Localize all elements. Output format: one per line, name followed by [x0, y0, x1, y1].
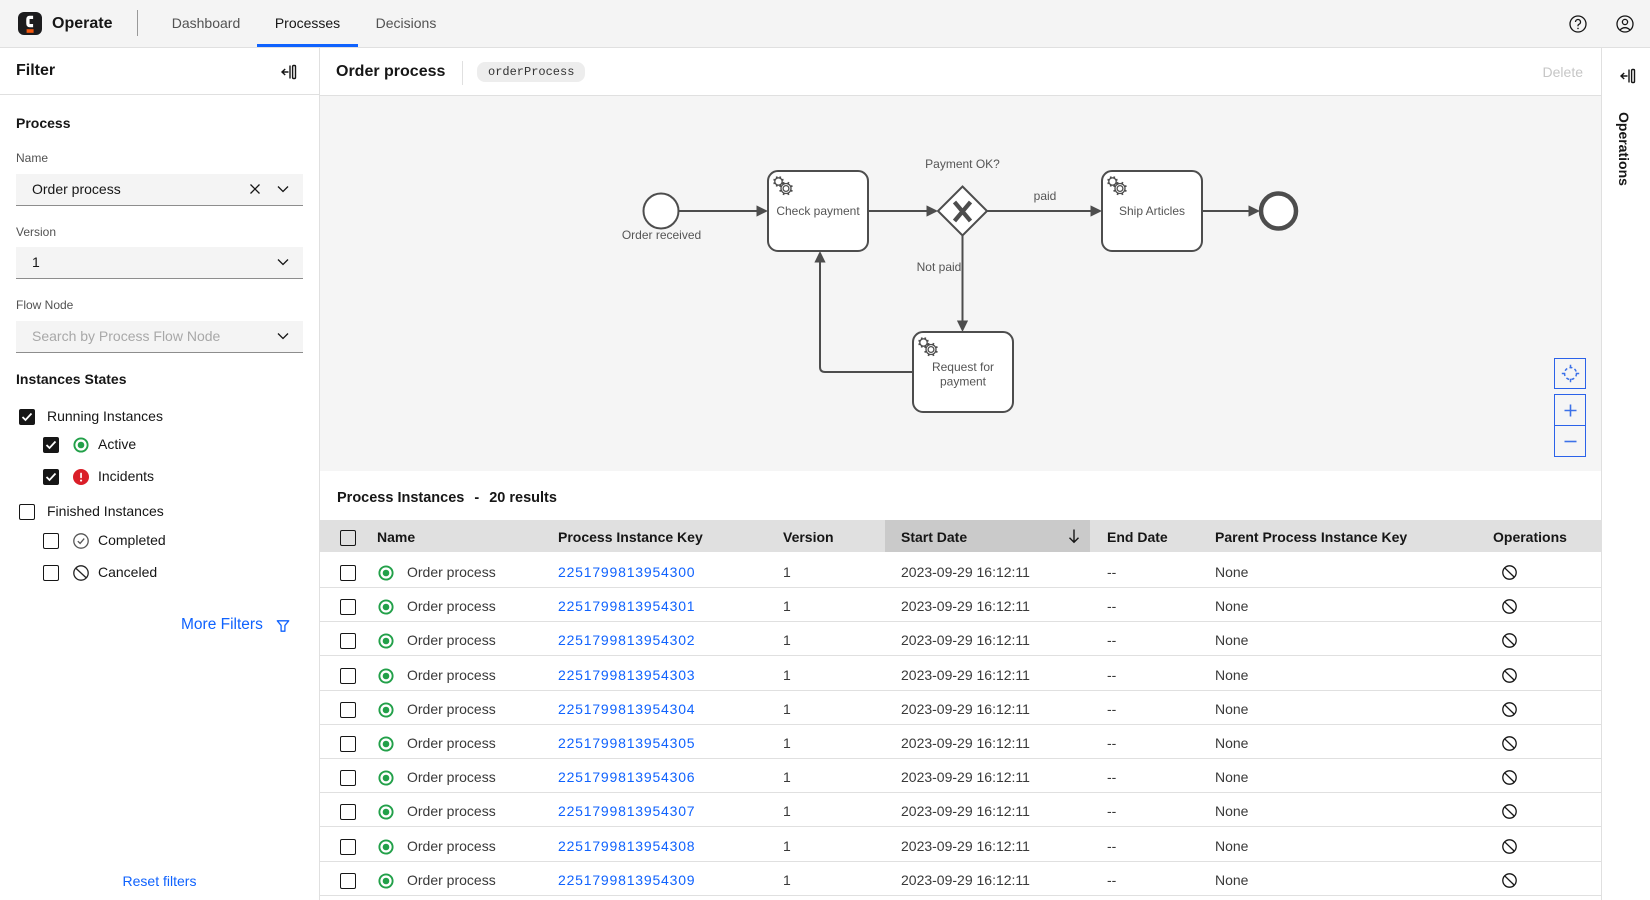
- svg-text:Ship Articles: Ship Articles: [1119, 204, 1185, 218]
- svg-text:Order received: Order received: [622, 228, 701, 242]
- svg-text:Not paid: Not paid: [917, 260, 962, 274]
- svg-text:Check payment: Check payment: [776, 204, 860, 218]
- svg-text:paid: paid: [1034, 189, 1057, 203]
- svg-text:payment: payment: [940, 375, 987, 389]
- svg-text:Payment OK?: Payment OK?: [925, 157, 1000, 171]
- svg-text:Request for: Request for: [932, 360, 994, 374]
